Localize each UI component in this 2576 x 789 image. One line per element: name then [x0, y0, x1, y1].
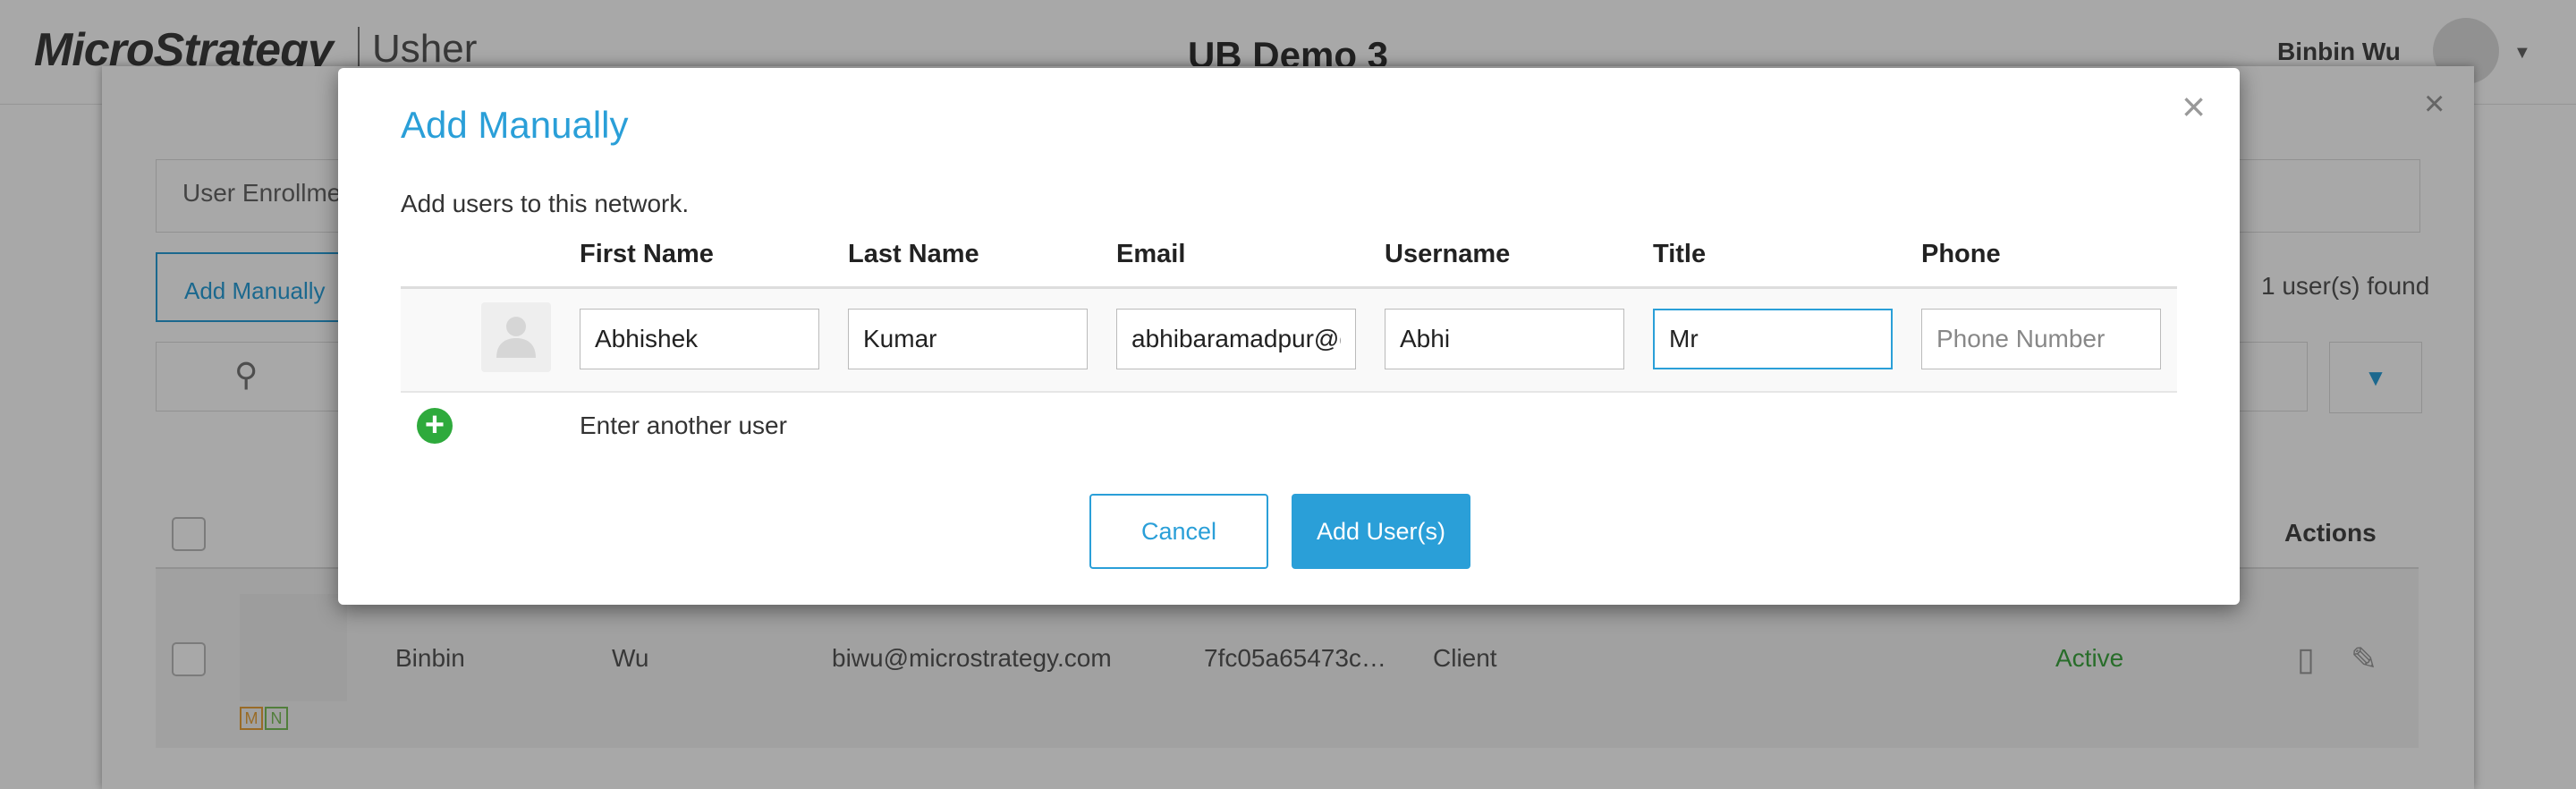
first-name-field[interactable]	[580, 309, 819, 369]
dialog-description: Add users to this network.	[401, 190, 690, 217]
last-name-field[interactable]	[848, 309, 1088, 369]
cancel-button[interactable]: Cancel	[1089, 494, 1268, 569]
dialog-title: Add Manually	[401, 104, 629, 146]
column-header-title: Title	[1653, 240, 1707, 268]
add-circle-icon[interactable]: +	[417, 408, 453, 444]
add-users-button[interactable]: Add User(s)	[1292, 494, 1470, 569]
column-header-last-name: Last Name	[848, 240, 979, 268]
user-placeholder-icon	[481, 302, 551, 372]
title-field[interactable]	[1653, 309, 1893, 369]
add-manually-dialog: × Add Manually Add users to this network…	[338, 68, 2240, 605]
phone-field[interactable]	[1921, 309, 2161, 369]
close-icon[interactable]: ×	[2182, 82, 2206, 131]
enter-another-user-link[interactable]: Enter another user	[580, 411, 787, 440]
column-header-email: Email	[1116, 240, 1186, 268]
username-field[interactable]	[1385, 309, 1624, 369]
column-header-username: Username	[1385, 240, 1511, 268]
column-header-phone: Phone	[1921, 240, 2001, 268]
email-field[interactable]	[1116, 309, 1356, 369]
column-header-first-name: First Name	[580, 240, 714, 268]
